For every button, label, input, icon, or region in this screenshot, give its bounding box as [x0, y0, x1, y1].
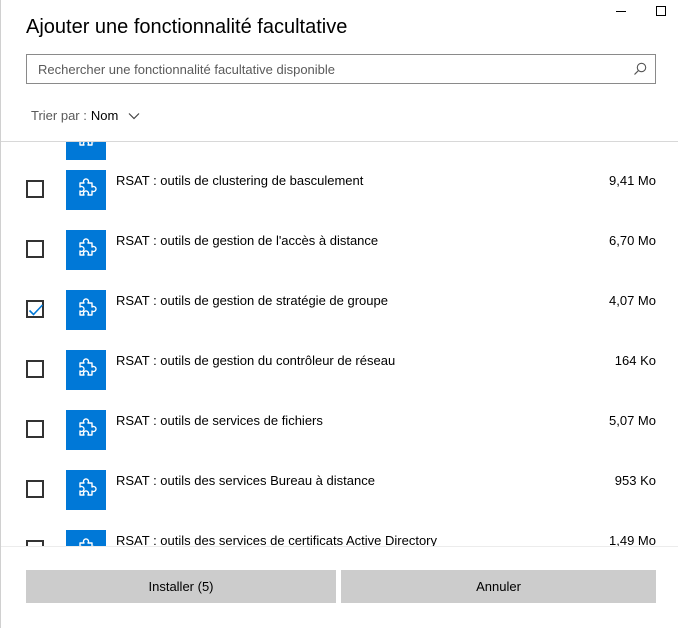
sort-value[interactable]: Nom	[91, 108, 118, 123]
feature-name: RSAT : outils de gestion de l'accès à di…	[116, 233, 379, 248]
minimize-icon[interactable]	[616, 11, 626, 12]
feature-size: 1,49 Mo	[609, 533, 656, 546]
window-controls	[598, 0, 678, 24]
list-item[interactable]: RSAT : outils des services de certificat…	[1, 510, 678, 546]
chevron-down-icon[interactable]	[128, 112, 140, 120]
list-item[interactable]: RSAT : outils des services Bureau à dist…	[1, 450, 678, 510]
list-item[interactable]: RSAT : outils de services de fichiers 5,…	[1, 390, 678, 450]
puzzle-icon	[66, 470, 106, 510]
search-box[interactable]: Rechercher une fonctionnalité facultativ…	[26, 54, 656, 84]
search-input[interactable]: Rechercher une fonctionnalité facultativ…	[38, 62, 335, 77]
feature-size: 953 Ko	[614, 473, 656, 488]
puzzle-icon	[66, 350, 106, 390]
feature-checkbox[interactable]	[26, 420, 44, 438]
puzzle-icon	[66, 530, 106, 546]
search-icon[interactable]	[633, 62, 647, 76]
list-item[interactable]	[1, 142, 678, 160]
dialog-title: Ajouter une fonctionnalité facultative	[26, 16, 348, 38]
puzzle-icon	[66, 170, 106, 210]
feature-checkbox[interactable]	[26, 300, 44, 318]
feature-name: RSAT : outils de gestion de stratégie de…	[116, 293, 388, 308]
install-button[interactable]: Installer (5)	[26, 570, 336, 603]
list-item[interactable]: RSAT : outils de gestion de stratégie de…	[1, 270, 678, 330]
list-item[interactable]: RSAT : outils de gestion du contrôleur d…	[1, 330, 678, 390]
puzzle-icon	[66, 290, 106, 330]
puzzle-icon	[66, 230, 106, 270]
feature-size: 5,07 Mo	[609, 413, 656, 428]
cancel-button[interactable]: Annuler	[341, 570, 656, 603]
feature-checkbox[interactable]	[26, 180, 44, 198]
sort-label: Trier par :	[31, 108, 87, 123]
feature-checkbox[interactable]	[26, 480, 44, 498]
puzzle-icon	[66, 410, 106, 450]
feature-checkbox[interactable]	[26, 240, 44, 258]
list-item[interactable]: RSAT : outils de gestion de l'accès à di…	[1, 210, 678, 270]
feature-size: 9,41 Mo	[609, 173, 656, 188]
checkmark-icon	[28, 304, 44, 316]
maximize-icon[interactable]	[656, 6, 666, 16]
feature-name: RSAT : outils de clustering de basculeme…	[116, 173, 364, 188]
feature-size: 4,07 Mo	[609, 293, 656, 308]
feature-list[interactable]: RSAT : outils de clustering de basculeme…	[1, 142, 678, 546]
feature-size: 6,70 Mo	[609, 233, 656, 248]
add-optional-feature-dialog: Ajouter une fonctionnalité facultative R…	[0, 0, 678, 628]
feature-name: RSAT : outils de gestion du contrôleur d…	[116, 353, 396, 368]
feature-checkbox[interactable]	[26, 360, 44, 378]
list-item[interactable]: RSAT : outils de clustering de basculeme…	[1, 150, 678, 210]
feature-name: RSAT : outils de services de fichiers	[116, 413, 323, 428]
dialog-footer: Installer (5) Annuler	[1, 546, 678, 628]
sort-control[interactable]: Trier par : Nom	[31, 108, 140, 123]
feature-size: 164 Ko	[614, 353, 656, 368]
feature-name: RSAT : outils des services Bureau à dist…	[116, 473, 375, 488]
feature-name: RSAT : outils des services de certificat…	[116, 533, 438, 546]
